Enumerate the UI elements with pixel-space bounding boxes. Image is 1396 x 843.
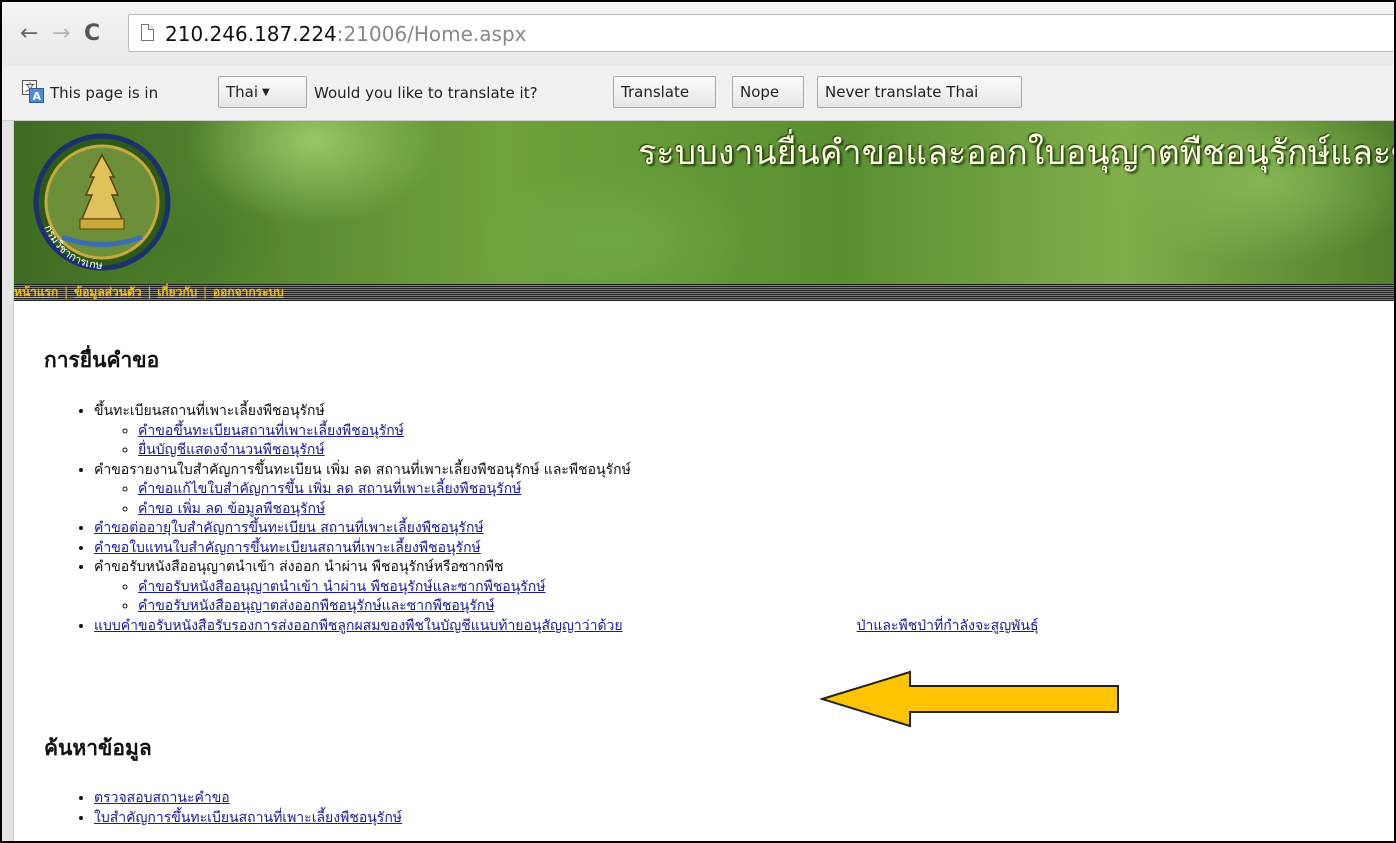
site-banner: กรมวิชาการเกษตร ระบบงานยื่นคำขอและออกใบอ… xyxy=(14,121,1396,284)
list-item-text: คำขอรายงานใบสำคัญการขึ้นทะเบียน เพิ่ม ลด… xyxy=(94,461,631,478)
address-toolbar: ← → C 210.246.187.224:21006/Home.aspx xyxy=(2,2,1394,66)
nope-button[interactable]: Nope xyxy=(732,76,804,108)
list-item: คำขอรับหนังสืออนุญาตนำเข้า นำผ่าน พืชอนุ… xyxy=(138,578,1039,598)
sub-list: คำขอขึ้นทะเบียนสถานที่เพาะเลี้ยงพืชอนุรั… xyxy=(94,422,1039,461)
sub-list: คำขอแก้ไขใบสำคัญการขึ้น เพิ่ม ลด สถานที่… xyxy=(94,480,1039,519)
list-item-text: ขึ้นทะเบียนสถานที่เพาะเลี้ยงพืชอนุรักษ์ xyxy=(94,403,325,419)
list-item: ตรวจสอบสถานะคำขอ xyxy=(94,789,402,809)
url-input[interactable]: 210.246.187.224:21006/Home.aspx xyxy=(128,14,1394,52)
registration-certificate-link[interactable]: ใบสำคัญการขึ้นทะเบียนสถานที่เพาะเลี้ยงพื… xyxy=(94,810,402,826)
replacement-certificate-link[interactable]: คำขอใบแทนใบสำคัญการขึ้นทะเบียนสถานที่เพา… xyxy=(94,540,481,556)
url-text: 210.246.187.224:21006/Home.aspx xyxy=(165,22,527,46)
list-item: คำขอใบแทนใบสำคัญการขึ้นทะเบียนสถานที่เพา… xyxy=(94,539,1039,559)
dropdown-caret-icon: ▼ xyxy=(262,87,270,98)
translate-prompt-text: This page is in xyxy=(50,84,159,102)
svg-text:A: A xyxy=(33,90,42,103)
list-item: ยื่นบัญชีแสดงจำนวนพืชอนุรักษ์ xyxy=(138,441,1039,461)
browser-window: ← → C 210.246.187.224:21006/Home.aspx 文 … xyxy=(0,0,1396,843)
list-item: คำขอต่ออายุใบสำคัญการขึ้นทะเบียน สถานที่… xyxy=(94,519,1039,539)
list-item: คำขอรายงานใบสำคัญการขึ้นทะเบียน เพิ่ม ลด… xyxy=(94,461,1039,520)
menu-separator: | xyxy=(203,285,208,299)
translate-question-text: Would you like to translate it? xyxy=(314,84,538,102)
list-item: คำขอแก้ไขใบสำคัญการขึ้น เพิ่ม ลด สถานที่… xyxy=(138,480,1039,500)
menu-profile-link[interactable]: ข้อมูลส่วนตัว xyxy=(74,285,141,299)
list-item-text: คำขอรับหนังสืออนุญาตนำเข้า ส่งออก นำผ่าน… xyxy=(94,559,504,575)
menu-logout-link[interactable]: ออกจากระบบ xyxy=(213,285,284,299)
top-menu: หน้าแรก | ข้อมูลส่วนตัว | เกี่ยวกับ | ออ… xyxy=(14,284,1394,301)
modify-plant-data-link[interactable]: คำขอ เพิ่ม ลด ข้อมูลพืชอนุรักษ์ xyxy=(138,501,325,517)
search-list: ตรวจสอบสถานะคำขอ ใบสำคัญการขึ้นทะเบียนสถ… xyxy=(54,789,402,828)
main-content: การยื่นคำขอ ขึ้นทะเบียนสถานที่เพาะเลี้ยง… xyxy=(14,302,1394,841)
language-value: Thai xyxy=(226,83,259,101)
language-select[interactable]: Thai ▼ xyxy=(218,76,307,108)
system-title: ระบบงานยื่นคำขอและออกใบอนุญาตพืชอนุรักษ์… xyxy=(638,133,1396,173)
reload-icon[interactable]: C xyxy=(84,22,100,46)
page-gutter xyxy=(2,121,14,841)
menu-separator: | xyxy=(147,285,152,299)
hybrid-export-certificate-link[interactable]: แบบคำขอรับหนังสือรับรองการส่งออกพืชลูกผส… xyxy=(94,618,1039,634)
translate-infobar: 文 A This page is in Thai▼ Would you like… xyxy=(2,66,1394,121)
department-seal-logo: กรมวิชาการเกษตร xyxy=(22,127,171,272)
section-title-requests: การยื่นคำขอ xyxy=(44,348,160,372)
list-item: แบบคำขอรับหนังสือรับรองการส่งออกพืชลูกผส… xyxy=(94,617,1039,637)
menu-separator: | xyxy=(64,285,69,299)
renew-certificate-link[interactable]: คำขอต่ออายุใบสำคัญการขึ้นทะเบียน สถานที่… xyxy=(94,520,484,536)
forward-arrow-icon[interactable]: → xyxy=(52,22,70,46)
link-text-left: แบบคำขอรับหนังสือรับรองการส่งออกพืชลูกผส… xyxy=(94,617,623,634)
page-icon xyxy=(141,24,154,41)
amend-certificate-link[interactable]: คำขอแก้ไขใบสำคัญการขึ้น เพิ่ม ลด สถานที่… xyxy=(138,481,521,497)
url-host: 210.246.187.224 xyxy=(165,22,337,46)
menu-home-link[interactable]: หน้าแรก xyxy=(14,285,58,299)
request-list: ขึ้นทะเบียนสถานที่เพาะเลี้ยงพืชอนุรักษ์ … xyxy=(54,402,1039,636)
never-translate-button[interactable]: Never translate Thai xyxy=(817,76,1022,108)
list-item: คำขอ เพิ่ม ลด ข้อมูลพืชอนุรักษ์ xyxy=(138,500,1039,520)
export-permit-link[interactable]: คำขอรับหนังสืออนุญาตส่งออกพืชอนุรักษ์และ… xyxy=(138,598,495,614)
list-item: คำขอรับหนังสืออนุญาตส่งออกพืชอนุรักษ์และ… xyxy=(138,597,1039,617)
section-title-search: ค้นหาข้อมูล xyxy=(44,736,152,760)
check-status-link[interactable]: ตรวจสอบสถานะคำขอ xyxy=(94,790,230,806)
list-item: ใบสำคัญการขึ้นทะเบียนสถานที่เพาะเลี้ยงพื… xyxy=(94,809,402,829)
translate-icon: 文 A xyxy=(22,80,44,103)
menu-about-link[interactable]: เกี่ยวกับ xyxy=(157,285,197,299)
back-arrow-icon[interactable]: ← xyxy=(20,22,38,46)
sub-list: คำขอรับหนังสืออนุญาตนำเข้า นำผ่าน พืชอนุ… xyxy=(94,578,1039,617)
list-item: ขึ้นทะเบียนสถานที่เพาะเลี้ยงพืชอนุรักษ์ … xyxy=(94,402,1039,461)
translate-button[interactable]: Translate xyxy=(613,76,716,108)
import-transit-permit-link[interactable]: คำขอรับหนังสืออนุญาตนำเข้า นำผ่าน พืชอนุ… xyxy=(138,579,546,595)
list-item: คำขอขึ้นทะเบียนสถานที่เพาะเลี้ยงพืชอนุรั… xyxy=(138,422,1039,442)
url-path: :21006/Home.aspx xyxy=(336,22,527,46)
register-nursery-link[interactable]: คำขอขึ้นทะเบียนสถานที่เพาะเลี้ยงพืชอนุรั… xyxy=(138,423,404,439)
link-text-right: ป่าและพืชป่าที่กำลังจะสูญพันธุ์ xyxy=(856,617,1039,634)
annotation-arrow-icon xyxy=(820,670,1119,728)
list-item: คำขอรับหนังสืออนุญาตนำเข้า ส่งออก นำผ่าน… xyxy=(94,558,1039,617)
submit-plant-inventory-link[interactable]: ยื่นบัญชีแสดงจำนวนพืชอนุรักษ์ xyxy=(138,442,325,458)
